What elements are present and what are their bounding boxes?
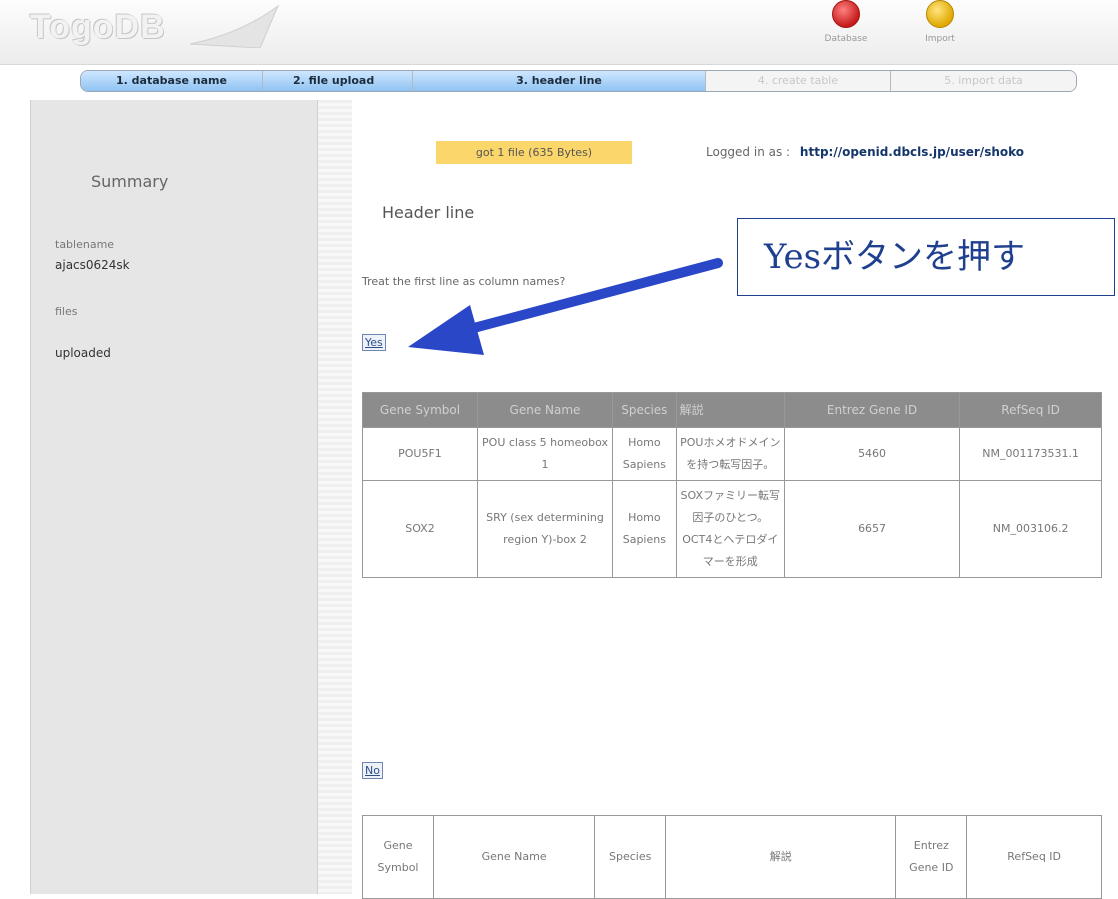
- table-cell: SOX2: [362, 480, 478, 578]
- annotation-arrow-icon: [408, 258, 723, 355]
- import-icon: [926, 0, 954, 28]
- column-header: Gene Symbol: [362, 392, 478, 428]
- table-cell: Species: [594, 815, 667, 899]
- preview-table-no: Gene Symbol Gene Name Species 解説 Entrez …: [361, 815, 1102, 899]
- page-title: Header line: [382, 203, 475, 222]
- table-cell: Homo Sapiens: [612, 427, 677, 481]
- table-cell: SRY (sex determining region Y)-box 2: [476, 480, 614, 578]
- database-icon: [832, 0, 860, 28]
- table-cell: 5460: [783, 427, 961, 481]
- step-create-table: 4. create table: [706, 71, 891, 91]
- step-database-name[interactable]: 1. database name: [81, 71, 263, 91]
- step-file-upload[interactable]: 2. file upload: [263, 71, 413, 91]
- step-import-data: 5. import data: [891, 71, 1076, 91]
- annotation-callout: Yesボタンを押す: [737, 218, 1115, 296]
- database-button[interactable]: Database: [816, 0, 876, 44]
- togodb-logo: TogoDB: [30, 8, 166, 46]
- table-cell: 解説: [665, 815, 897, 899]
- table-header-row: Gene Symbol Gene Name Species 解説 Entrez …: [362, 392, 1102, 428]
- table-row: POU5F1 POU class 5 homeobox 1 Homo Sapie…: [362, 427, 1102, 481]
- step-header-line[interactable]: 3. header line: [413, 71, 706, 91]
- table-cell: Entrez Gene ID: [895, 815, 968, 899]
- table-cell: Homo Sapiens: [612, 480, 677, 578]
- preview-table-yes: Gene Symbol Gene Name Species 解説 Entrez …: [362, 392, 1102, 578]
- column-header: Entrez Gene ID: [783, 392, 961, 428]
- table-cell: Gene Name: [433, 815, 596, 899]
- tablename-label: tablename: [55, 238, 115, 251]
- import-button[interactable]: Import: [910, 0, 970, 44]
- import-label: Import: [925, 34, 955, 44]
- yes-button[interactable]: Yes: [362, 334, 386, 351]
- table-cell: POUホメオドメインを持つ転写因子。: [675, 427, 785, 481]
- tablename-value: ajacs0624sk: [55, 258, 130, 272]
- wizard-steps: 1. database name 2. file upload 3. heade…: [80, 70, 1077, 92]
- table-cell: Gene Symbol: [361, 815, 435, 899]
- column-header: RefSeq ID: [959, 392, 1102, 428]
- no-button[interactable]: No: [362, 762, 383, 779]
- user-openid-link[interactable]: http://openid.dbcls.jp/user/shoko: [800, 145, 1024, 159]
- table-row: SOX2 SRY (sex determining region Y)-box …: [362, 480, 1102, 578]
- table-cell: POU class 5 homeobox 1: [476, 427, 614, 481]
- table-cell: 6657: [783, 480, 961, 578]
- logo-swoosh-icon: [190, 4, 280, 48]
- table-cell: SOXファミリー転写因子のひとつ。OCT4とヘテロダイマーを形成: [675, 480, 785, 578]
- divider-stripe: [318, 100, 352, 894]
- column-header: 解説: [675, 392, 785, 428]
- table-cell: NM_001173531.1: [959, 427, 1102, 481]
- summary-sidebar: Summary tablename ajacs0624sk files uplo…: [30, 100, 318, 894]
- table-row: Gene Symbol Gene Name Species 解説 Entrez …: [361, 815, 1102, 899]
- logged-in-label: Logged in as :: [706, 145, 791, 159]
- file-status-badge: got 1 file (635 Bytes): [436, 141, 632, 164]
- app-header: TogoDB Database Import: [0, 0, 1118, 65]
- table-cell: NM_003106.2: [959, 480, 1102, 578]
- column-header: Species: [612, 392, 677, 428]
- files-label: files: [55, 305, 78, 318]
- login-status: Logged in as : http://openid.dbcls.jp/us…: [706, 145, 1024, 159]
- table-cell: RefSeq ID: [966, 815, 1102, 899]
- column-header: Gene Name: [476, 392, 614, 428]
- table-cell: POU5F1: [362, 427, 478, 481]
- files-value: uploaded: [55, 346, 111, 360]
- summary-title: Summary: [91, 172, 169, 191]
- database-label: Database: [824, 34, 868, 44]
